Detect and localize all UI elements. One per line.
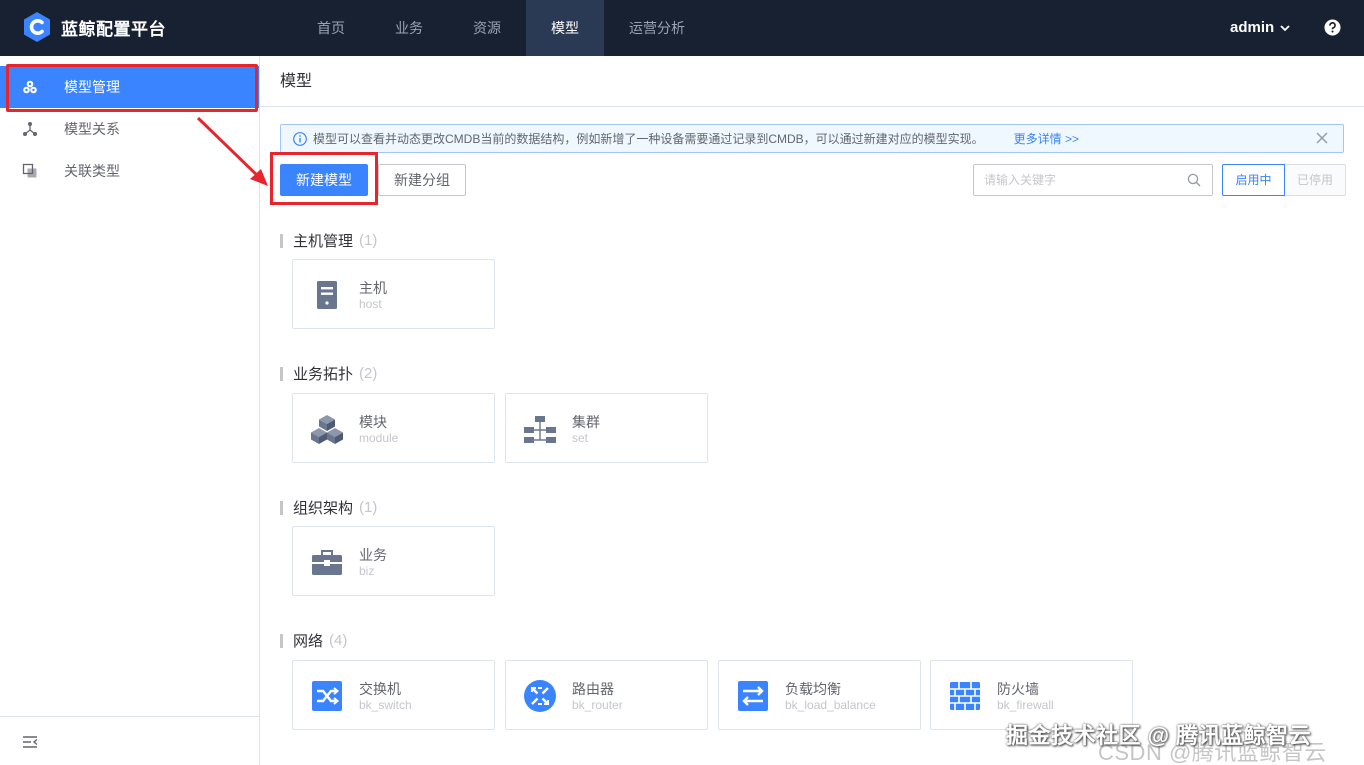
sidebar-footer — [0, 716, 259, 765]
group-title-organization: 组织架构 (1) — [280, 497, 377, 518]
sidebar-item-label: 模型关系 — [64, 121, 120, 137]
model-name: 路由器 — [572, 681, 614, 697]
model-id: biz — [359, 564, 375, 578]
group-title-bar — [280, 233, 283, 248]
sidebar: 模型管理 模型关系 关联类型 — [0, 56, 260, 765]
new-group-button[interactable]: 新建分组 — [378, 164, 466, 196]
model-id: bk_router — [572, 698, 623, 712]
load-balance-icon — [735, 678, 771, 714]
tips-text: 模型可以查看并动态更改CMDB当前的数据结构，例如新增了一种设备需要通过记录到C… — [313, 132, 984, 146]
model-id: bk_switch — [359, 698, 412, 712]
filter-enabled-button[interactable]: 启用中 — [1222, 164, 1285, 196]
nav-analysis[interactable]: 运营分析 — [604, 0, 710, 56]
sidebar-item-label: 关联类型 — [64, 163, 120, 179]
switch-icon — [309, 678, 345, 714]
group-count: (1) — [359, 232, 378, 249]
user-menu[interactable]: admin — [1230, 0, 1291, 56]
nav-home[interactable]: 首页 — [292, 0, 370, 56]
model-id: bk_load_balance — [785, 698, 876, 712]
model-card-router[interactable]: 路由器 bk_router — [505, 660, 708, 730]
page-title: 模型 — [260, 56, 1364, 107]
group-name: 主机管理 — [293, 233, 354, 250]
group-name: 业务拓扑 — [293, 366, 354, 383]
nav-business[interactable]: 业务 — [370, 0, 448, 56]
sidebar-item-label: 模型管理 — [64, 79, 120, 95]
search-icon — [1187, 173, 1201, 187]
model-management-icon — [22, 79, 38, 95]
biz-icon — [309, 544, 345, 580]
more-details-link[interactable]: 更多详情 >> — [1014, 130, 1079, 147]
group-name: 网络 — [293, 633, 324, 650]
model-id: set — [572, 431, 589, 445]
brand[interactable]: 蓝鲸配置平台 — [22, 11, 166, 43]
association-type-icon — [22, 163, 38, 179]
host-icon — [309, 277, 345, 313]
search-input[interactable] — [973, 164, 1213, 196]
filter-disabled-button[interactable]: 已停用 — [1285, 164, 1346, 196]
model-name: 防火墙 — [997, 681, 1039, 697]
firewall-icon — [947, 678, 983, 714]
group-name: 组织架构 — [293, 500, 354, 517]
model-card-switch[interactable]: 交换机 bk_switch — [292, 660, 495, 730]
model-card-host[interactable]: 主机 host — [292, 259, 495, 329]
sidebar-item-model-management[interactable]: 模型管理 — [0, 66, 259, 108]
group-title-bar — [280, 500, 283, 515]
group-title-bar — [280, 366, 283, 381]
model-id: host — [359, 297, 382, 311]
group-title-business-topology: 业务拓扑 (2) — [280, 363, 377, 384]
collapse-menu-icon[interactable] — [22, 735, 38, 749]
top-navbar: 蓝鲸配置平台 首页 业务 资源 模型 运营分析 admin — [0, 0, 1364, 56]
group-title-network: 网络 (4) — [280, 630, 347, 651]
info-tips-bar: 模型可以查看并动态更改CMDB当前的数据结构，例如新增了一种设备需要通过记录到C… — [280, 124, 1344, 153]
new-model-button[interactable]: 新建模型 — [280, 164, 368, 196]
info-icon — [293, 131, 307, 146]
model-card-set[interactable]: 集群 set — [505, 393, 708, 463]
model-name: 负载均衡 — [785, 681, 841, 697]
nav-model[interactable]: 模型 — [526, 0, 604, 56]
sidebar-item-association-type[interactable]: 关联类型 — [0, 150, 259, 192]
model-card-biz[interactable]: 业务 biz — [292, 526, 495, 596]
nav-resource[interactable]: 资源 — [448, 0, 526, 56]
model-id: bk_firewall — [997, 698, 1054, 712]
module-icon — [309, 411, 345, 447]
model-name: 交换机 — [359, 681, 401, 697]
user-name: admin — [1230, 19, 1275, 36]
close-icon[interactable] — [1315, 131, 1329, 145]
model-name: 模块 — [359, 414, 387, 430]
app-name: 蓝鲸配置平台 — [61, 19, 166, 39]
router-icon — [522, 678, 558, 714]
model-name: 主机 — [359, 280, 387, 296]
group-count: (4) — [329, 632, 348, 649]
relation-icon — [22, 121, 38, 137]
sidebar-item-model-relation[interactable]: 模型关系 — [0, 108, 259, 150]
model-id: module — [359, 431, 399, 445]
model-name: 业务 — [359, 547, 387, 563]
cmdb-logo-icon — [24, 12, 50, 42]
group-count: (1) — [359, 499, 378, 516]
model-card-module[interactable]: 模块 module — [292, 393, 495, 463]
watermark: 掘金技术社区 @ 腾讯蓝鲸智云 — [1006, 723, 1312, 748]
group-title-host-management: 主机管理 (1) — [280, 230, 377, 251]
set-icon — [522, 411, 558, 447]
help-icon[interactable] — [1324, 19, 1341, 36]
model-name: 集群 — [572, 414, 600, 430]
group-title-bar — [280, 633, 283, 648]
chevron-down-icon — [1280, 25, 1290, 32]
group-count: (2) — [359, 365, 378, 382]
model-card-load-balance[interactable]: 负载均衡 bk_load_balance — [718, 660, 921, 730]
main-content: 模型 模型可以查看并动态更改CMDB当前的数据结构，例如新增了一种设备需要通过记… — [260, 56, 1364, 765]
main-nav: 首页 业务 资源 模型 运营分析 — [292, 0, 710, 56]
